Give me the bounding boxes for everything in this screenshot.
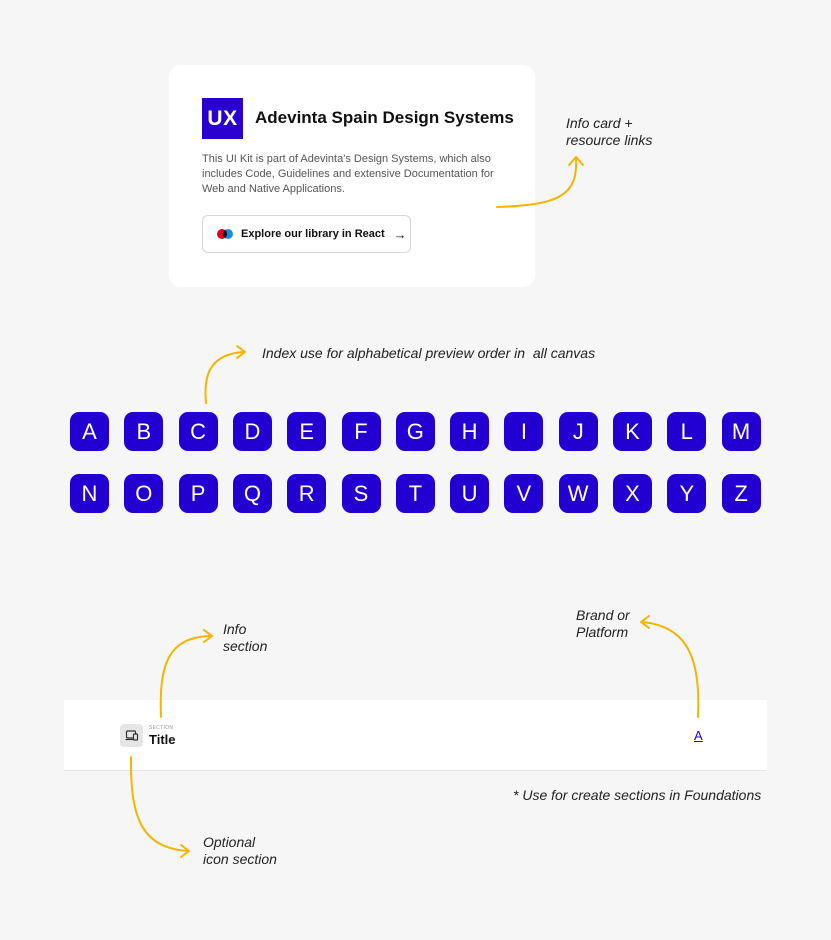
info-card: UX Adevinta Spain Design Systems This UI… — [169, 65, 535, 287]
index-letter-e[interactable]: E — [287, 412, 327, 451]
index-letter-m[interactable]: M — [721, 412, 761, 451]
index-letter-g[interactable]: G — [395, 412, 435, 451]
foundations-note: * Use for create sections in Foundations — [513, 787, 762, 803]
index-letter-d[interactable]: D — [232, 412, 272, 451]
info-card-note: Info card + resource links — [566, 115, 653, 148]
optional-icon-arrow — [129, 756, 189, 852]
index-letter-i[interactable]: I — [504, 412, 544, 451]
optional-icon-note: Optional icon section — [203, 834, 277, 867]
index-letter-h[interactable]: H — [450, 412, 490, 451]
index-letter-s[interactable]: S — [341, 474, 381, 513]
index-letter-a[interactable]: A — [70, 412, 109, 451]
explore-library-label: Explore our library in React — [241, 228, 385, 240]
index-letter-x[interactable]: X — [613, 474, 652, 513]
arrow-right-icon: → — [393, 226, 407, 242]
index-note: Index use for alphabetical preview order… — [262, 345, 596, 361]
brand-link[interactable]: A — [694, 728, 703, 743]
index-letter-y[interactable]: Y — [667, 474, 707, 513]
card-description: This UI Kit is part of Adevinta's Design… — [202, 153, 494, 195]
index-letter-o[interactable]: O — [124, 474, 164, 513]
brand-note: Brand or Platform — [576, 607, 630, 640]
device-icon — [120, 724, 143, 747]
section-header: SECTION Title A — [64, 700, 767, 771]
index-letter-t[interactable]: T — [395, 474, 435, 513]
index-letter-f[interactable]: F — [341, 412, 381, 451]
index-letter-r[interactable]: R — [287, 474, 327, 513]
explore-library-button[interactable]: Explore our library in React → — [202, 215, 411, 253]
info-section-note: Info section — [223, 621, 268, 654]
index-letter-v[interactable]: V — [504, 474, 544, 513]
index-letter-j[interactable]: J — [558, 412, 598, 451]
index-letter-k[interactable]: K — [613, 412, 652, 451]
index-letter-w[interactable]: W — [558, 474, 598, 513]
library-icon — [217, 229, 233, 239]
card-title: Adevinta Spain Design Systems — [255, 108, 514, 127]
index-letter-z[interactable]: Z — [721, 474, 761, 513]
index-letter-p[interactable]: P — [178, 474, 218, 513]
index-arrow — [204, 351, 245, 404]
index-letter-u[interactable]: U — [450, 474, 490, 513]
index-letter-b[interactable]: B — [124, 412, 164, 451]
section-eyebrow: SECTION — [149, 725, 174, 731]
index-letter-q[interactable]: Q — [232, 474, 272, 513]
index-letter-n[interactable]: N — [70, 474, 109, 513]
index-letter-c[interactable]: C — [178, 412, 218, 451]
section-title: Title — [149, 732, 176, 747]
ux-logo: UX — [202, 98, 243, 139]
index-letter-l[interactable]: L — [667, 412, 707, 451]
